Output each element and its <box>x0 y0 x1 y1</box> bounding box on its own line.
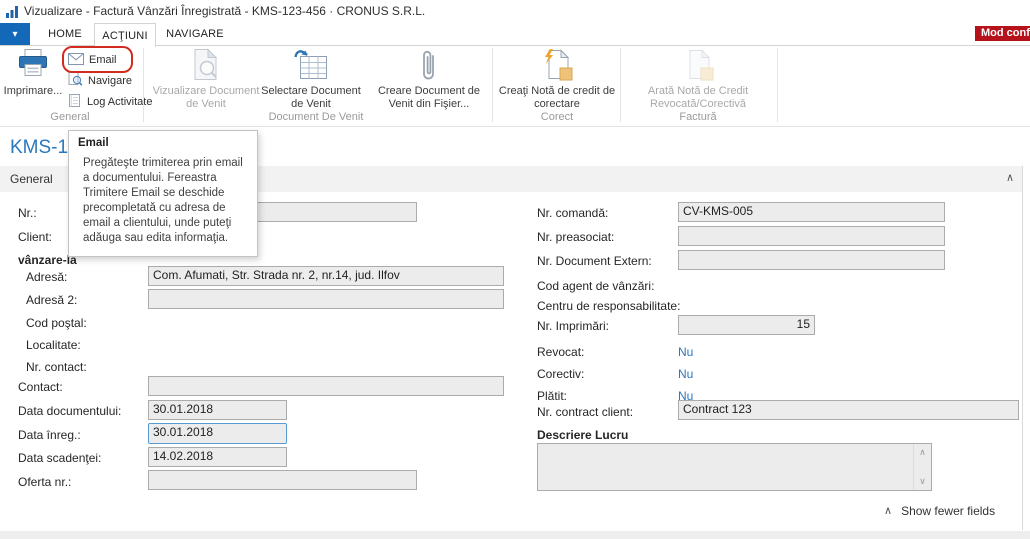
document-search-icon <box>192 48 220 84</box>
data-scadentei-label: Data scadenţei: <box>18 451 102 465</box>
tooltip-body: Pregăteşte trimiterea prin email a docum… <box>83 157 243 244</box>
nr-imprimari-field[interactable]: 15 <box>678 315 815 335</box>
ribbon-separator <box>492 48 493 122</box>
email-tooltip: Email Pregăteşte trimiterea prin email a… <box>68 130 258 257</box>
credit-note-disabled-icon <box>682 48 714 84</box>
selectare-document-venit-button[interactable]: Selectare Document de Venit <box>258 48 364 111</box>
group-label-corect: Corect <box>540 111 574 123</box>
email-icon <box>68 52 84 68</box>
contact-label: Contact: <box>18 380 63 394</box>
adresa-label: Adresă: <box>26 270 68 284</box>
data-documentului-label: Data documentului: <box>18 404 122 418</box>
ribbon-divider <box>0 126 1030 127</box>
show-fewer-fields-button[interactable]: ∧ Show fewer fields <box>884 504 995 518</box>
nr-document-extern-field[interactable] <box>678 250 945 270</box>
platit-label: Plătit: <box>537 389 568 403</box>
nr-contract-client-field[interactable]: Contract 123 <box>678 400 1019 420</box>
adresa-field[interactable]: Com. Afumati, Str. Strada nr. 2, nr.14, … <box>148 266 504 286</box>
ribbon-separator <box>620 48 621 122</box>
corectiv-label: Corectiv: <box>537 367 585 381</box>
centru-responsabilitate-label: Centru de responsabilitate: <box>537 299 681 313</box>
table-select-icon <box>294 48 328 84</box>
printer-icon <box>17 48 49 84</box>
app-window: Vizualizare - Factură Vânzări Înregistra… <box>0 0 1030 539</box>
cod-agent-vanzari-label: Cod agent de vânzări: <box>537 279 655 293</box>
nr-imprimari-label: Nr. Imprimări: <box>537 319 609 333</box>
descriere-lucru-label: Descriere Lucru <box>537 428 629 442</box>
config-mode-badge: Mod configurare <box>975 26 1030 41</box>
nr-comanda-field[interactable]: CV-KMS-005 <box>678 202 945 222</box>
tab-home[interactable]: HOME <box>36 23 94 45</box>
group-label-document-de-venit: Document De Venit <box>268 111 364 123</box>
oferta-nr-label: Oferta nr.: <box>18 475 72 489</box>
window-title: Vizualizare - Factură Vânzări Înregistra… <box>24 4 426 18</box>
app-menu-button[interactable]: ▾ <box>0 23 30 45</box>
app-chart-icon <box>5 4 20 24</box>
log-notepad-icon <box>68 93 82 111</box>
oferta-nr-field[interactable] <box>148 470 417 490</box>
contact-field[interactable] <box>148 376 504 396</box>
email-button[interactable]: Email <box>68 50 117 70</box>
nr-label: Nr.: <box>18 206 37 220</box>
log-activitate-button[interactable]: Log Activitate <box>68 92 152 112</box>
localitate-label: Localitate: <box>26 338 81 352</box>
nr-comanda-label: Nr. comandă: <box>537 206 609 220</box>
tooltip-title: Email <box>78 137 109 149</box>
nr-preasociat-field[interactable] <box>678 226 945 246</box>
adresa2-field[interactable] <box>148 289 504 309</box>
textarea-scrollbar[interactable]: ∧ ∨ <box>913 444 931 490</box>
ribbon-separator <box>143 48 144 122</box>
creare-document-venit-button[interactable]: Creare Document de Venit din Fişier... <box>366 48 492 111</box>
chevron-up-icon: ∧ <box>884 504 893 517</box>
bottom-bar <box>0 531 1030 539</box>
creati-nota-credit-button[interactable]: Creaţi Notă de credit de corectare <box>497 48 617 111</box>
credit-note-lightning-icon <box>541 48 573 84</box>
adresa2-label: Adresă 2: <box>26 293 78 307</box>
collapse-chevron-icon[interactable]: ∧ <box>1006 173 1014 184</box>
paperclip-icon <box>420 48 438 84</box>
content-right-edge <box>1022 166 1023 530</box>
ribbon-separator <box>777 48 778 122</box>
descriere-lucru-textarea[interactable]: ∧ ∨ <box>537 443 932 491</box>
nr-preasociat-label: Nr. preasociat: <box>537 230 615 244</box>
chevron-down-icon: ▾ <box>12 28 18 40</box>
cod-postal-label: Cod poştal: <box>26 316 87 330</box>
arata-nota-credit-button: Arată Notă de Credit Revocată/Corectivă <box>636 48 760 111</box>
nr-contact-label: Nr. contact: <box>26 360 87 374</box>
group-label-factura: Factură <box>679 111 717 123</box>
nr-contract-client-label: Nr. contract client: <box>537 405 634 419</box>
imprimare-button[interactable]: Imprimare... <box>4 48 62 98</box>
nr-document-extern-label: Nr. Document Extern: <box>537 254 652 268</box>
scroll-down-icon[interactable]: ∨ <box>919 476 926 487</box>
data-inreg-field[interactable]: 30.01.2018 <box>148 423 287 444</box>
tab-navigare[interactable]: NAVIGARE <box>156 23 234 45</box>
data-documentului-field[interactable]: 30.01.2018 <box>148 400 287 420</box>
navigare-button[interactable]: Navigare <box>68 71 132 91</box>
group-label-general: General <box>50 111 90 123</box>
data-inreg-label: Data înreg.: <box>18 428 81 442</box>
revocat-value-link[interactable]: Nu <box>678 345 693 359</box>
data-scadentei-field[interactable]: 14.02.2018 <box>148 447 287 467</box>
revocat-label: Revocat: <box>537 345 585 359</box>
scroll-up-icon[interactable]: ∧ <box>919 447 926 458</box>
document-magnifier-icon <box>68 72 83 90</box>
corectiv-value-link[interactable]: Nu <box>678 367 693 381</box>
vizualizare-document-venit-button: Vizualizare Document de Venit <box>152 48 260 111</box>
client-label: Client: <box>18 230 53 244</box>
tab-actiuni[interactable]: ACŢIUNI <box>94 23 156 47</box>
